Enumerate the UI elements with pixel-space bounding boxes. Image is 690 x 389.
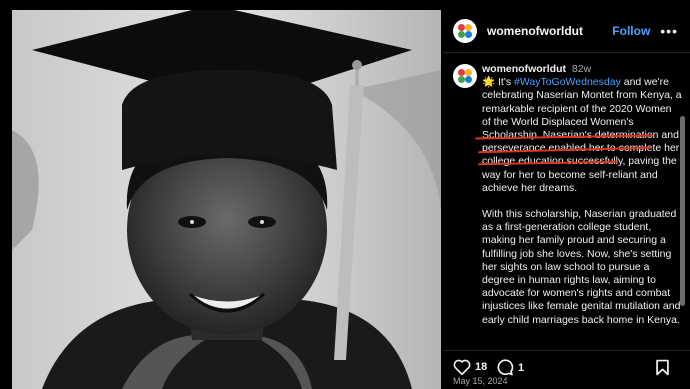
graduate-portrait-image (12, 10, 441, 389)
logo-dot (465, 76, 472, 83)
logo-dot (465, 24, 472, 31)
caption-area: womenofworldut 82w 🌟 It's #WayToGoWednes… (443, 58, 690, 342)
logo-dot (465, 31, 472, 38)
more-options-icon[interactable]: ••• (660, 23, 678, 39)
caption-username[interactable]: womenofworldut (482, 63, 566, 75)
hashtag-link[interactable]: #WayToGoWednesday (514, 76, 621, 88)
star-emoji: 🌟 (482, 76, 496, 89)
caption-intro: It's (495, 76, 515, 89)
heart-icon[interactable] (453, 359, 471, 375)
username[interactable]: womenofworldut (487, 24, 583, 38)
comments-count[interactable]: 1 (518, 362, 524, 374)
logo-icon (458, 24, 465, 31)
caption-avatar[interactable] (453, 64, 477, 88)
save-action (655, 359, 670, 376)
comment-action: 1 (496, 359, 524, 376)
caption-scrollbar[interactable] (680, 116, 685, 306)
comment-icon[interactable] (496, 359, 514, 376)
logo-dot (458, 31, 465, 38)
follow-button[interactable]: Follow (612, 24, 650, 38)
avatar[interactable] (453, 19, 477, 43)
post-header: womenofworldut Follow ••• (443, 10, 690, 53)
logo-dot (458, 76, 465, 83)
bookmark-icon[interactable] (655, 359, 670, 376)
caption-text: womenofworldut 82w 🌟 It's #WayToGoWednes… (482, 63, 682, 340)
logo-dot (465, 69, 472, 76)
logo-dot (458, 69, 465, 76)
post-date: May 15, 2024 (453, 376, 508, 386)
like-action: 18 (453, 359, 487, 375)
likes-count[interactable]: 18 (475, 361, 487, 373)
post-side-panel: womenofworldut Follow ••• womenofworldut… (443, 10, 690, 389)
post-age: 82w (571, 63, 592, 75)
post-photo[interactable] (12, 10, 441, 389)
post-actions: 18 1 (443, 350, 690, 376)
caption-paragraph-2: With this scholarship, Naserian graduate… (482, 208, 681, 326)
